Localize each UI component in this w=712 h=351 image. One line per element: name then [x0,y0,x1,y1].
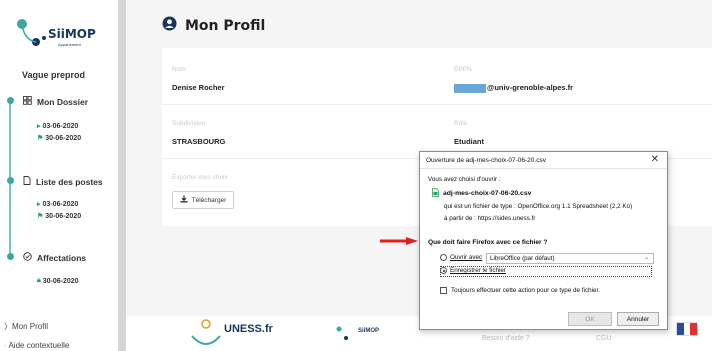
logo-text: SiiMOP [48,27,96,41]
ok-button[interactable]: OK [568,312,612,326]
date-end: ⚑ 30-06-2020 [37,212,82,221]
open-with-radio[interactable]: Ouvrir avec [440,254,482,261]
radio-open-with[interactable] [440,254,447,261]
always-do-checkbox-row[interactable]: Toujours effectuer cette action pour ce … [440,287,600,294]
page-header: Mon Profil [162,16,265,36]
eppn-label: EPPN [454,66,472,73]
document-icon [23,176,31,187]
timeline-dot [7,253,14,260]
mon-profil-link[interactable]: 〉Mon Profil [4,321,48,332]
timeline-dot [7,177,14,184]
sidebar-item-label: Liste des postes [36,176,103,187]
role-value: Etudiant [454,137,484,146]
flag-icon: ⚑ [37,213,44,220]
uness-link[interactable]: UNESS.fr [224,323,273,335]
help-link[interactable]: Besoin d'aide ? [482,335,530,342]
republique-francaise-logo-icon [676,322,698,336]
file-name: adj-mes-choix-07-06-20.csv [432,188,531,199]
date-start: ▸ 03-06-2020 [37,200,79,209]
dialog-divider [420,168,667,169]
subdivision-label: Subdivision [172,120,206,127]
nom-label: Nom [172,66,186,73]
sidebar-item-label: Mon Dossier [37,96,89,107]
divider [162,104,712,105]
date-end: ⚑ 30-06-2020 [37,134,82,143]
play-icon: ▸ [37,123,41,130]
dialog-title: Ouverture de adj-mes-choix-07-06-20.csv [426,157,546,164]
export-label: Exporter mes choix [172,174,228,181]
open-with-select[interactable]: LibreOffice (par défaut) ⌄ [486,253,654,264]
siimop-footer-text: SiiMOP [358,328,380,334]
chevron-down-icon: ⌄ [643,255,649,261]
sidebar-item-label: Affectations [37,252,87,263]
download-icon [180,195,188,205]
sidebar-scrollbar[interactable] [118,0,126,351]
dialog-question: Que doit faire Firefox avec ce fichier ? [428,239,548,246]
page-title: Mon Profil [185,18,266,34]
uness-logo-icon [191,319,221,345]
always-do-checkbox[interactable] [440,287,447,294]
dialog-intro: Vous avez choisi d'ouvrir : [428,176,501,183]
sidebar-item-affectations[interactable]: Affectations [23,252,86,263]
role-label: Rôle [454,120,468,127]
eppn-value: @univ-grenoble-alpes.fr [454,83,573,93]
play-icon: ▸ [37,201,41,208]
cancel-button[interactable]: Annuler [617,312,659,326]
user-circle-icon [162,16,177,36]
aide-contextuelle-link[interactable]: · Aide contextuelle [4,341,69,350]
timeline-dot [7,97,14,104]
nom-value: Denise Rocher [172,83,225,92]
cgu-link[interactable]: CGU [596,335,612,342]
sidebar: SiiMOP Appariement Vague preprod Mon Dos… [0,0,118,351]
check-circle-icon [23,252,32,263]
logo-subtitle: Appariement [58,42,81,47]
file-type: qui est un fichier de type : OpenOffice.… [444,203,633,210]
date-affectation: 🔒︎ 30-06-2020 [37,277,79,285]
save-file-radio[interactable]: Enregistrer le fichier [440,267,506,274]
file-source: à partir de : https://sides.uness.fr [444,215,536,222]
subdivision-value: STRASBOURG [172,137,226,146]
sidebar-item-liste-des-postes[interactable]: Liste des postes [23,176,103,187]
flag-icon: ⚑ [37,135,44,142]
lock-icon: 🔒︎ [37,277,41,284]
grid-icon [23,96,32,107]
red-arrow-icon [380,237,418,245]
spreadsheet-file-icon [432,188,439,199]
date-start: ▸ 03-06-2020 [37,122,79,131]
sidebar-item-mon-dossier[interactable]: Mon Dossier [23,96,88,107]
vague-label: Vague preprod [22,70,86,80]
download-dialog: Ouverture de adj-mes-choix-07-06-20.csv … [419,151,668,330]
radio-save-file[interactable] [440,267,447,274]
download-button[interactable]: Télécharger [172,191,234,209]
siimop-small-logo-icon [336,326,348,340]
download-label: Télécharger [191,196,227,204]
close-icon[interactable]: ✕ [651,154,659,165]
chevron-right-icon: 〉 [4,322,12,331]
redacted-mask [454,83,486,93]
